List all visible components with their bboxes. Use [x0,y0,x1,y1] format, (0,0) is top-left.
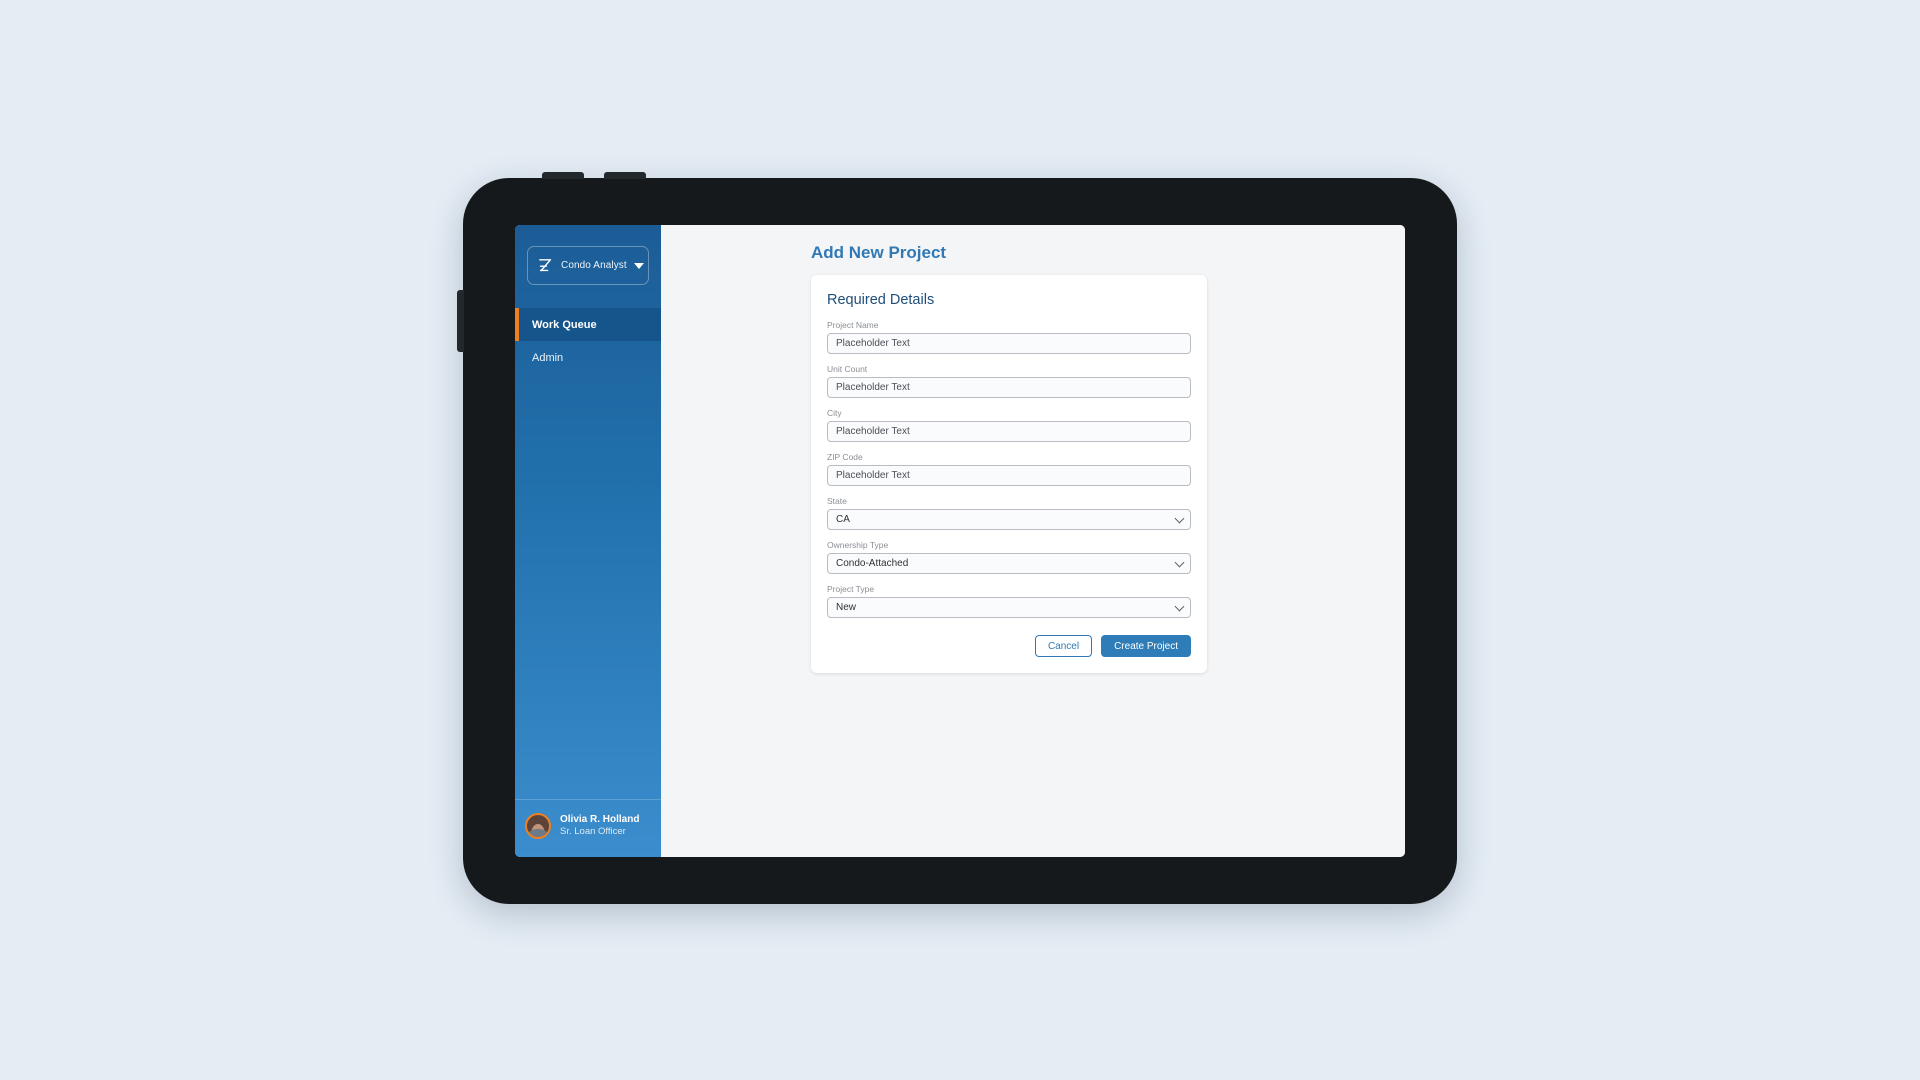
unit-count-input[interactable] [827,377,1191,398]
field-state: State CA [827,496,1191,530]
chevron-down-icon [633,262,644,269]
card-heading: Required Details [827,292,935,308]
city-input[interactable] [827,421,1191,442]
field-zip-code: ZIP Code [827,452,1191,486]
cancel-button[interactable]: Cancel [1034,635,1093,657]
state-select-wrap: CA [827,509,1191,530]
tablet-screen: Condo Analyst Work Queue Admin Olivia R.… [515,225,1405,857]
field-ownership-type: Ownership Type Condo-Attached [827,540,1191,574]
zip-code-input[interactable] [827,465,1191,486]
card-actions: Cancel Create Project [827,635,1191,657]
page-title: Add New Project [811,243,947,262]
field-label-zip-code: ZIP Code [827,452,863,462]
avatar [525,812,551,839]
field-label-project-name: Project Name [827,320,879,330]
state-select[interactable]: CA [827,509,1191,530]
project-name-input[interactable] [827,333,1191,354]
user-role: Sr. Loan Officer [560,826,626,838]
project-type-select[interactable]: New [827,597,1191,618]
required-details-card: Required Details Project Name Unit Count… [811,275,1207,673]
user-text: Olivia R. Holland Sr. Loan Officer [560,813,639,839]
field-project-name: Project Name [827,320,1191,354]
power-button[interactable] [457,290,464,352]
sidebar-item-label: Work Queue [532,318,597,331]
field-label-unit-count: Unit Count [827,364,868,374]
field-project-type: Project Type New [827,584,1191,618]
sidebar-item-work-queue[interactable]: Work Queue [515,308,661,341]
sidebar-item-admin[interactable]: Admin [515,341,661,374]
sidebar-nav: Work Queue Admin [515,308,661,374]
field-unit-count: Unit Count [827,364,1191,398]
project-type-select-wrap: New [827,597,1191,618]
ownership-type-select-wrap: Condo-Attached [827,553,1191,574]
field-label-ownership-type: Ownership Type [827,540,889,550]
brand-selector[interactable]: Condo Analyst [527,246,649,285]
field-label-project-type: Project Type [827,584,875,594]
ownership-type-select[interactable]: Condo-Attached [827,553,1191,574]
create-project-button[interactable]: Create Project [1101,635,1191,657]
sidebar-item-label: Admin [532,351,564,364]
main-content: Add New Project Required Details Project… [661,225,1405,857]
user-name: Olivia R. Holland [560,813,640,825]
brand-label: Condo Analyst [561,260,627,271]
user-profile[interactable]: Olivia R. Holland Sr. Loan Officer [515,798,661,857]
volume-down-button[interactable] [604,172,646,179]
sidebar: Condo Analyst Work Queue Admin Olivia R.… [515,225,661,857]
tablet-device-frame: Condo Analyst Work Queue Admin Olivia R.… [457,172,1457,904]
field-label-city: City [827,408,842,418]
field-label-state: State [827,496,847,506]
z-logo-icon [539,259,552,272]
volume-up-button[interactable] [542,172,584,179]
field-city: City [827,408,1191,442]
